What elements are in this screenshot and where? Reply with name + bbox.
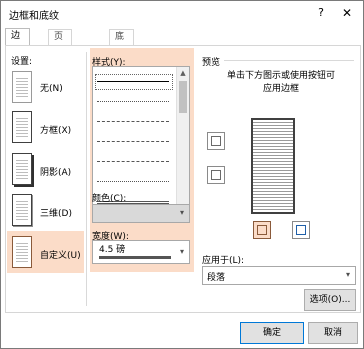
- bottom-border-icon: [211, 170, 221, 180]
- dialog-window: 边框和底纹 ? ✕ 边框(B) 页面边框(P) 底纹(S) 设置: 无(N) 方…: [0, 0, 364, 349]
- width-line-sample: [99, 256, 171, 259]
- dialog-title: 边框和底纹: [9, 11, 59, 22]
- setting-3d-label: 三维(D): [40, 209, 72, 219]
- style-dotted[interactable]: [97, 101, 169, 102]
- bottom-border-button[interactable]: [207, 166, 225, 184]
- tab-panel: 设置: 无(N) 方框(X) 阴影(A) 三维(D) 自定义(U) 样式(Y):: [5, 45, 361, 313]
- setting-shadow-icon: [12, 153, 32, 185]
- left-border-icon: [257, 225, 267, 235]
- ok-button[interactable]: 确定: [240, 322, 304, 344]
- style-dash-dot[interactable]: [97, 161, 169, 162]
- close-button[interactable]: ✕: [335, 3, 359, 23]
- right-border-icon: [296, 225, 306, 235]
- setting-3d-icon: [12, 194, 32, 226]
- chevron-down-icon: ▾: [345, 270, 350, 279]
- selected-style[interactable]: [95, 74, 173, 90]
- cancel-button[interactable]: 取消: [308, 322, 358, 344]
- preview-area[interactable]: [243, 114, 301, 217]
- setting-custom-label: 自定义(U): [40, 251, 81, 261]
- preview-label: 预览: [202, 58, 221, 68]
- apply-to-label: 应用于(L):: [202, 256, 245, 266]
- setting-box-label: 方框(X): [40, 126, 72, 136]
- width-select[interactable]: 4.5 磅 ▾: [92, 240, 190, 264]
- setting-label: 设置:: [11, 57, 33, 67]
- preview-separator: [224, 60, 354, 61]
- setting-shadow-label: 阴影(A): [40, 168, 72, 178]
- setting-custom-icon: [12, 236, 32, 268]
- style-scrollbar[interactable]: ▲ ▼: [176, 67, 189, 222]
- tab-page-borders[interactable]: 页面边框(P): [48, 29, 73, 102]
- divider: [86, 52, 87, 306]
- right-border-button[interactable]: [292, 221, 310, 239]
- color-select[interactable]: ▾: [92, 204, 190, 223]
- scroll-thumb[interactable]: [179, 81, 187, 113]
- style-dash-dot-dot[interactable]: [97, 181, 169, 182]
- setting-custom[interactable]: 自定义(U): [7, 231, 84, 273]
- style-dashed-short[interactable]: [97, 121, 169, 122]
- title-bar: 边框和底纹 ? ✕: [1, 1, 363, 27]
- width-value: 4.5 磅: [99, 245, 126, 255]
- tab-shading[interactable]: 底纹(S): [109, 29, 134, 72]
- color-label: 颜色(C):: [92, 194, 127, 204]
- top-border-icon: [211, 136, 221, 146]
- apply-to-value: 段落: [207, 273, 226, 283]
- tab-borders[interactable]: 边框(B): [5, 28, 31, 71]
- chevron-down-icon: ▾: [179, 247, 184, 256]
- options-button[interactable]: 选项(O)...: [304, 289, 356, 311]
- apply-to-select[interactable]: 段落 ▾: [202, 266, 356, 285]
- setting-none-icon: [12, 71, 32, 103]
- style-solid[interactable]: [97, 81, 169, 82]
- style-dashed[interactable]: [97, 141, 169, 142]
- left-border-button[interactable]: [253, 221, 271, 239]
- scroll-up-icon[interactable]: ▲: [177, 67, 189, 79]
- preview-instruction: 单击下方图示或使用按钮可 应用边框: [226, 71, 335, 94]
- preview-document: [251, 118, 295, 214]
- top-border-button[interactable]: [207, 132, 225, 150]
- setting-box-icon: [12, 111, 32, 143]
- chevron-down-icon: ▾: [179, 208, 184, 217]
- setting-none-label: 无(N): [40, 84, 63, 94]
- help-button[interactable]: ?: [309, 3, 333, 23]
